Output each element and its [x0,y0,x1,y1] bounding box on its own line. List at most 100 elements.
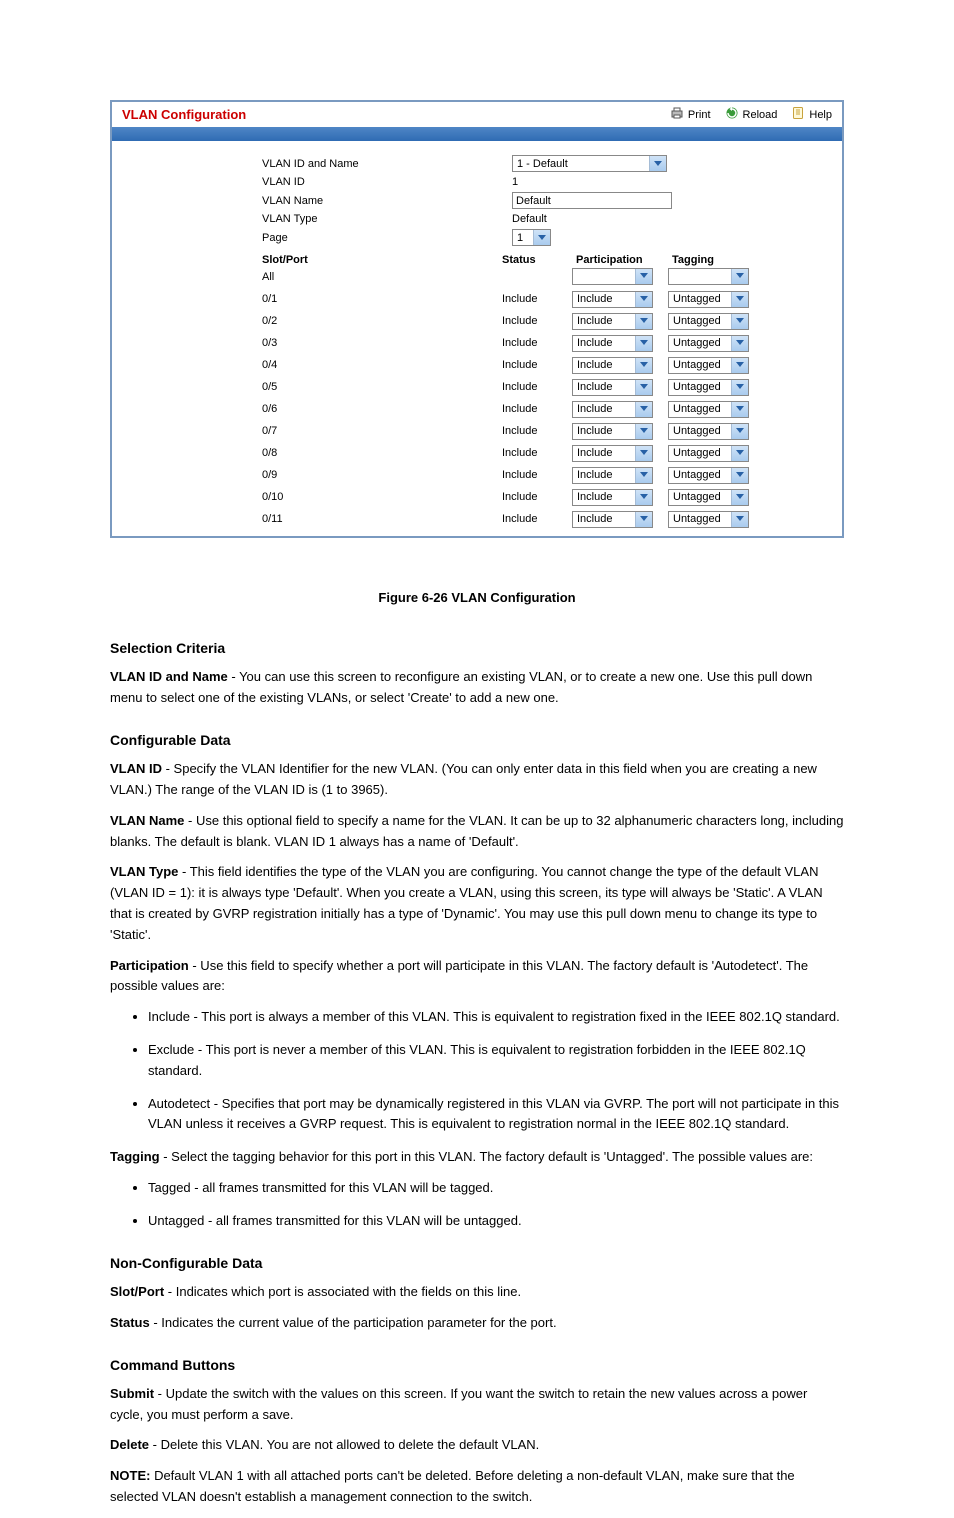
select-participation[interactable]: Include [572,511,653,528]
help-icon [791,106,805,123]
chevron-down-icon [635,468,652,483]
select-participation[interactable]: Include [572,423,653,440]
select-tagging[interactable]: Untagged [668,357,749,374]
select-participation-value: Include [573,490,635,505]
p-config-vlan-name: VLAN Name - Use this optional field to s… [110,811,844,853]
select-participation[interactable]: Include [572,489,653,506]
cell-slotport: 0/9 [132,469,502,481]
select-vlan-id-and-name[interactable]: 1 - Default [512,155,667,172]
select-tagging[interactable]: Untagged [668,445,749,462]
table-row: 0/9IncludeIncludeUntagged [132,464,822,486]
chevron-down-icon [731,358,748,373]
input-vlan-name[interactable] [512,192,672,209]
cell-status: Include [502,491,572,503]
cell-status: Include [502,381,572,393]
p-nonconfig-slotport: Slot/Port - Indicates which port is asso… [110,1282,844,1303]
label-vlan-type: VLAN Type [132,213,512,225]
cell-slotport: 0/3 [132,337,502,349]
select-tagging[interactable]: Untagged [668,423,749,440]
chevron-down-icon [731,424,748,439]
cell-status: Include [502,403,572,415]
li-tagged: Tagged - all frames transmitted for this… [148,1178,844,1199]
select-tagging[interactable]: Untagged [668,401,749,418]
label-vlan-id: VLAN ID [132,176,512,188]
select-tagging[interactable]: Untagged [668,489,749,506]
select-tagging[interactable]: Untagged [668,313,749,330]
select-participation[interactable]: Include [572,445,653,462]
chevron-down-icon [731,490,748,505]
list-tagging: Tagged - all frames transmitted for this… [134,1178,844,1232]
chevron-down-icon [731,314,748,329]
chevron-down-icon [635,490,652,505]
chevron-down-icon [635,358,652,373]
p-note: NOTE: Default VLAN 1 with all attached p… [110,1466,844,1508]
hdr-slotport: Slot/Port [132,254,502,266]
select-participation[interactable]: Include [572,467,653,484]
table-row: 0/7IncludeIncludeUntagged [132,420,822,442]
select-tagging[interactable]: Untagged [668,467,749,484]
doc-body: Figure 6-26 VLAN Configuration Selection… [110,588,844,1508]
select-participation[interactable]: Include [572,401,653,418]
select-participation[interactable]: Include [572,379,653,396]
hdr-tagging: Tagging [666,254,762,266]
cell-status: Include [502,425,572,437]
select-participation[interactable]: Include [572,357,653,374]
select-participation-value: Include [573,314,635,329]
select-tagging[interactable]: Untagged [668,291,749,308]
help-button[interactable]: Help [791,106,832,123]
vlan-config-panel: VLAN Configuration Print Reload Help VLA… [110,100,844,538]
table-row: 0/5IncludeIncludeUntagged [132,376,822,398]
table-row: 0/2IncludeIncludeUntagged [132,310,822,332]
cell-slotport: 0/11 [132,513,502,525]
select-participation-value: Include [573,446,635,461]
cell-status: Include [502,293,572,305]
figure-caption: Figure 6-26 VLAN Configuration [110,588,844,609]
select-tagging[interactable]: Untagged [668,335,749,352]
help-label: Help [809,109,832,121]
hdr-command-buttons: Command Buttons [110,1354,844,1376]
cell-slotport: 0/10 [132,491,502,503]
select-tagging-all[interactable] [668,268,749,285]
select-tagging-value: Untagged [669,336,731,351]
select-tagging-value [669,269,731,284]
li-exclude: Exclude - This port is never a member of… [148,1040,844,1082]
select-tagging[interactable]: Untagged [668,379,749,396]
select-tagging[interactable]: Untagged [668,511,749,528]
select-tagging-value: Untagged [669,446,731,461]
select-participation-value: Include [573,512,635,527]
select-participation[interactable]: Include [572,291,653,308]
p-selection-body: VLAN ID and Name - VLAN ID and Name - Yo… [110,667,844,709]
cell-slotport: 0/8 [132,447,502,459]
select-tagging-value: Untagged [669,512,731,527]
panel-title: VLAN Configuration [122,107,246,122]
chevron-down-icon [635,292,652,307]
select-page[interactable]: 1 [512,229,551,246]
select-tagging-value: Untagged [669,292,731,307]
select-participation[interactable]: Include [572,313,653,330]
label-vlan-name: VLAN Name [132,195,512,207]
select-tagging-value: Untagged [669,468,731,483]
cell-slotport: 0/2 [132,315,502,327]
table-row: 0/11IncludeIncludeUntagged [132,508,822,530]
p-config-vlan-type: VLAN Type - This field identifies the ty… [110,862,844,945]
p-nonconfig-status: Status - Indicates the current value of … [110,1313,844,1334]
cell-slotport: 0/5 [132,381,502,393]
cell-status: Include [502,359,572,371]
select-participation-all[interactable] [572,268,653,285]
table-row: 0/6IncludeIncludeUntagged [132,398,822,420]
chevron-down-icon [731,292,748,307]
li-include: Include - This port is always a member o… [148,1007,844,1028]
p-config-vlan-id: VLAN ID - Specify the VLAN Identifier fo… [110,759,844,801]
cell-slotport: 0/1 [132,293,502,305]
select-participation-value: Include [573,468,635,483]
print-button[interactable]: Print [670,106,711,123]
chevron-down-icon [731,336,748,351]
reload-button[interactable]: Reload [725,106,778,123]
chevron-down-icon [635,314,652,329]
select-participation[interactable]: Include [572,335,653,352]
panel-content: VLAN ID and Name 1 - Default VLAN ID 1 V… [112,141,842,536]
label-vlan-id-and-name: VLAN ID and Name [132,158,512,170]
table-header: Slot/Port Status Participation Tagging [132,254,822,266]
hdr-nonconfig: Non-Configurable Data [110,1252,844,1274]
reload-label: Reload [743,109,778,121]
